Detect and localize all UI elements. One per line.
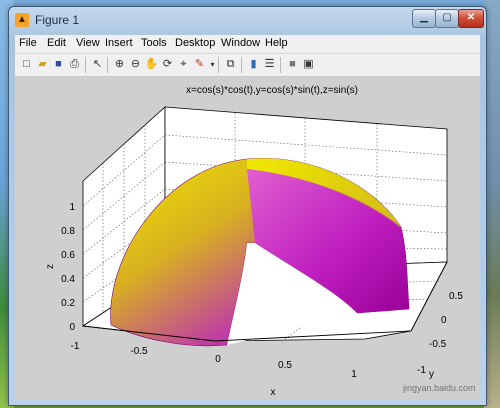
menu-file[interactable]: File — [19, 37, 37, 49]
legend-icon[interactable]: ☰ — [262, 57, 277, 72]
maximize-icon: ▢ — [442, 12, 452, 23]
axes-3d[interactable]: x=cos(s)*cos(t),y=cos(s)*sin(t),z=sin(s)… — [15, 77, 480, 399]
y-axis-label: y — [429, 369, 434, 380]
show-plot-tools-icon[interactable]: ▣ — [301, 57, 316, 72]
z-tick-label: 0.4 — [61, 274, 75, 285]
x-tick-label: 0 — [215, 354, 221, 365]
new-figure-icon[interactable]: □ — [19, 57, 34, 72]
plot-title: x=cos(s)*cos(t),y=cos(s)*sin(t),z=sin(s) — [186, 85, 358, 96]
save-icon[interactable]: ■ — [51, 57, 66, 72]
open-file-icon[interactable]: ▰ — [35, 57, 50, 72]
data-cursor-icon[interactable]: ⌖ — [176, 57, 191, 72]
z-tick-label: 0 — [69, 322, 75, 333]
toolbar-separator — [107, 57, 108, 73]
y-tick-label: -0.5 — [429, 339, 447, 350]
menu-insert[interactable]: Insert — [105, 37, 133, 49]
matlab-logo-icon: ▲ — [15, 13, 29, 27]
pan-hand-icon[interactable]: ✋ — [144, 57, 159, 72]
z-tick-label: 1 — [69, 202, 75, 213]
x-tick-label: -1 — [71, 341, 80, 352]
print-icon[interactable]: ⎙ — [67, 57, 82, 72]
figure-window: ▲ Figure 1 ▁ ▢ ✕ File Edit View Insert T… — [8, 6, 487, 406]
menu-window[interactable]: Window — [221, 37, 260, 49]
menu-help[interactable]: Help — [265, 37, 288, 49]
minimize-button[interactable]: ▁ — [412, 9, 436, 28]
x-tick-label: 1 — [351, 369, 357, 380]
watermark-text: jingyan.baidu.com — [402, 383, 476, 393]
close-icon: ✕ — [466, 12, 476, 23]
maximize-button[interactable]: ▢ — [435, 9, 459, 28]
select-arrow-icon[interactable]: ↖ — [90, 57, 105, 72]
colorbar-icon[interactable]: ▮ — [246, 57, 261, 72]
toolbar-separator — [218, 57, 219, 73]
link-plot-icon[interactable]: ⧉ — [223, 57, 238, 72]
y-tick-label: -1 — [417, 365, 426, 376]
toolbar-separator — [85, 57, 86, 73]
z-tick-label: 0.6 — [61, 250, 75, 261]
zoom-in-icon[interactable]: ⊕ — [112, 57, 127, 72]
z-tick-label: 0.2 — [61, 298, 75, 309]
x-axis-label: x — [271, 387, 276, 398]
z-axis-label: z — [45, 264, 56, 269]
figure-canvas[interactable]: x=cos(s)*cos(t),y=cos(s)*sin(t),z=sin(s)… — [15, 77, 480, 399]
close-button[interactable]: ✕ — [458, 9, 484, 28]
z-tick-label: 0.8 — [61, 226, 75, 237]
z-tick-labels: 0 0.2 0.4 0.6 0.8 1 — [61, 202, 75, 333]
menu-view[interactable]: View — [76, 37, 100, 49]
menu-desktop[interactable]: Desktop — [175, 37, 215, 49]
minimize-icon: ▁ — [420, 12, 428, 23]
window-title: Figure 1 — [35, 13, 80, 27]
hide-plot-tools-icon[interactable]: ■ — [285, 57, 300, 72]
x-tick-label: 0.5 — [278, 360, 292, 371]
menu-bar: File Edit View Insert Tools Desktop Wind… — [15, 35, 480, 54]
toolbar-separator — [280, 57, 281, 73]
toolbar-separator — [241, 57, 242, 73]
zoom-out-icon[interactable]: ⊖ — [128, 57, 143, 72]
menu-edit[interactable]: Edit — [47, 37, 66, 49]
title-bar[interactable]: ▲ Figure 1 ▁ ▢ ✕ — [9, 7, 486, 33]
menu-tools[interactable]: Tools — [141, 37, 167, 49]
rotate-3d-icon[interactable]: ⟳ — [160, 57, 175, 72]
x-tick-label: -0.5 — [130, 346, 148, 357]
figure-toolbar: □ ▰ ■ ⎙ ↖ ⊕ ⊖ ✋ ⟳ ⌖ ✎ ▾ ⧉ ▮ ☰ ■ ▣ — [15, 54, 480, 77]
y-tick-label: 0 — [441, 315, 447, 326]
x-tick-labels: -1 -0.5 0 0.5 1 — [71, 341, 358, 380]
y-tick-label: 0.5 — [449, 291, 463, 302]
